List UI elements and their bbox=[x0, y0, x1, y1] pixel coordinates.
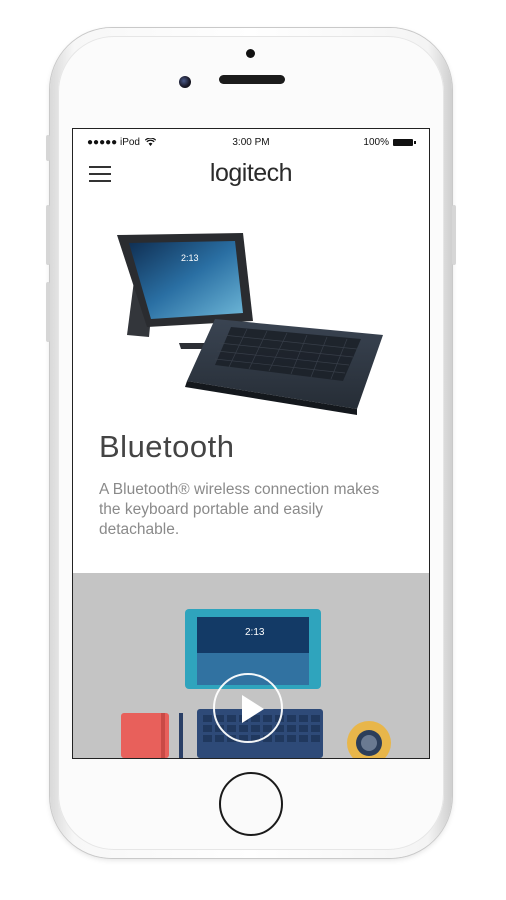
product-video[interactable]: 2:13 bbox=[73, 573, 429, 758]
nav-bar: logitech bbox=[73, 155, 429, 195]
earpiece-speaker bbox=[219, 75, 285, 84]
status-battery: 100% bbox=[363, 137, 416, 148]
volume-down-button bbox=[46, 282, 50, 342]
logitech-logo[interactable]: logitech bbox=[73, 159, 429, 188]
mute-switch bbox=[46, 135, 50, 161]
thumb-clock-text: 2:13 bbox=[245, 627, 265, 638]
home-button[interactable] bbox=[219, 772, 283, 836]
play-icon[interactable] bbox=[213, 673, 283, 743]
device-screen: ●●●●● iPod 3:00 PM 100% logitech 2:13 Bl… bbox=[72, 128, 430, 759]
thumb-pen bbox=[179, 713, 183, 758]
volume-up-button bbox=[46, 205, 50, 265]
battery-icon bbox=[393, 139, 416, 146]
status-bar: ●●●●● iPod 3:00 PM 100% bbox=[73, 129, 429, 155]
feature-title: Bluetooth bbox=[99, 429, 235, 464]
power-button bbox=[452, 205, 456, 265]
keyboard-case-hero-image: 2:13 bbox=[117, 233, 383, 415]
proximity-sensor bbox=[246, 49, 255, 58]
front-camera bbox=[179, 76, 191, 88]
battery-percent: 100% bbox=[363, 137, 389, 148]
hero-clock-text: 2:13 bbox=[181, 253, 199, 263]
feature-description: A Bluetooth® wireless connection makes t… bbox=[99, 481, 380, 538]
